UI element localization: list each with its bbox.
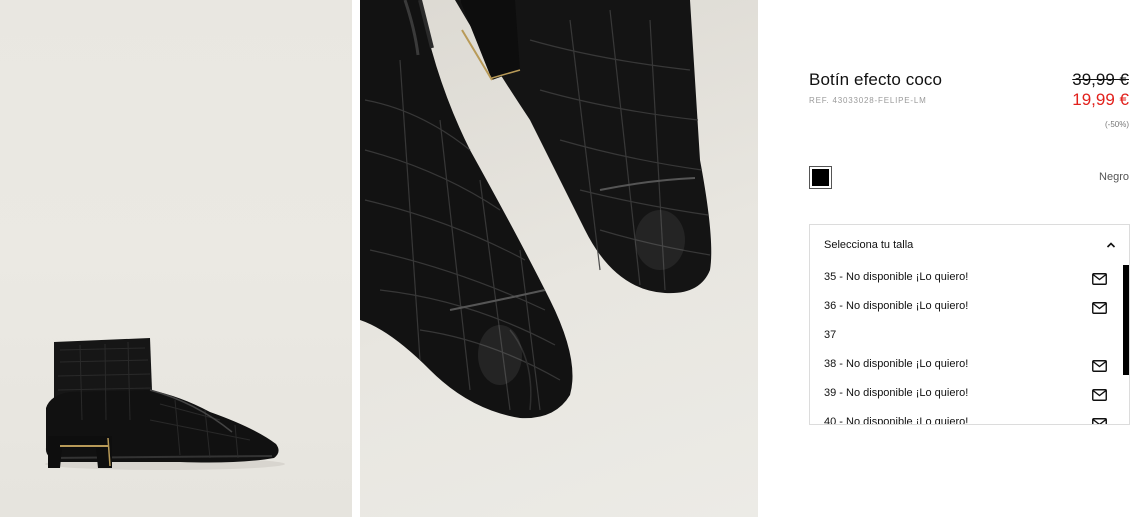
size-option-39[interactable]: 39 - No disponible ¡Lo quiero! <box>810 380 1129 409</box>
size-list: 35 - No disponible ¡Lo quiero! 36 - No d… <box>810 264 1129 425</box>
mail-icon[interactable] <box>1092 302 1107 314</box>
size-selector-label: Selecciona tu talla <box>824 239 914 251</box>
size-option-40[interactable]: 40 - No disponible ¡Lo quiero! <box>810 409 1129 425</box>
size-option-37[interactable]: 37 <box>810 322 1129 351</box>
discount-badge: (-50%) <box>1104 120 1129 129</box>
mail-icon[interactable] <box>1092 273 1107 285</box>
size-option-label: 37 <box>824 329 837 341</box>
size-option-38[interactable]: 38 - No disponible ¡Lo quiero! <box>810 351 1129 380</box>
size-selector: Selecciona tu talla 35 - No disponible ¡… <box>809 224 1130 425</box>
sale-price: 19,99 € <box>1072 90 1129 109</box>
size-option-35[interactable]: 35 - No disponible ¡Lo quiero! <box>810 264 1129 293</box>
mail-icon[interactable] <box>1092 360 1107 372</box>
size-option-label: 40 - No disponible ¡Lo quiero! <box>824 416 969 425</box>
size-option-label: 35 - No disponible ¡Lo quiero! <box>824 271 969 283</box>
product-info-panel: Botín efecto coco REF. 43033028-FELIPE-L… <box>758 0 1139 517</box>
product-reference: REF. 43033028-FELIPE-LM <box>809 96 927 105</box>
chevron-up-icon <box>1106 242 1116 248</box>
size-option-label: 36 - No disponible ¡Lo quiero! <box>824 300 969 312</box>
mail-icon[interactable] <box>1092 418 1107 425</box>
boot-side-illustration <box>45 338 285 470</box>
boot-closeup-illustration <box>360 0 712 419</box>
mail-icon[interactable] <box>1092 389 1107 401</box>
size-option-label: 38 - No disponible ¡Lo quiero! <box>824 358 969 370</box>
product-image-side[interactable] <box>0 0 352 517</box>
color-swatch-black[interactable] <box>809 166 832 189</box>
size-list-scrollbar[interactable] <box>1123 265 1129 375</box>
size-option-36[interactable]: 36 - No disponible ¡Lo quiero! <box>810 293 1129 322</box>
size-option-label: 39 - No disponible ¡Lo quiero! <box>824 387 969 399</box>
swatch-fill <box>812 169 829 186</box>
original-price: 39,99 € <box>1072 70 1129 89</box>
size-selector-toggle[interactable]: Selecciona tu talla <box>810 225 1129 263</box>
product-title: Botín efecto coco <box>809 70 943 89</box>
selected-color-name: Negro <box>1099 171 1129 183</box>
product-image-closeup[interactable] <box>360 0 758 517</box>
